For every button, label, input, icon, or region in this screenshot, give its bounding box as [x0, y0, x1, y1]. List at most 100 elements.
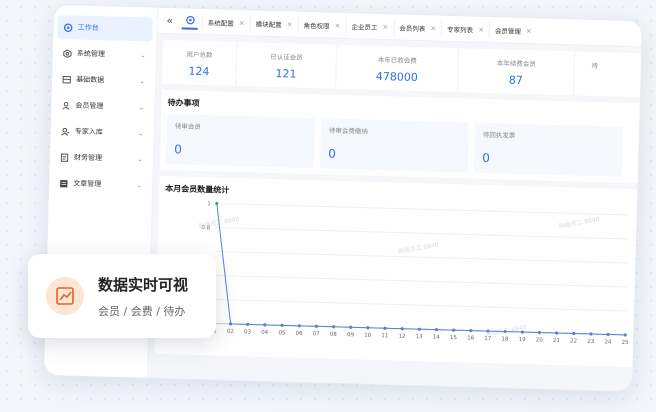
tab-label: 企业员工 — [351, 22, 378, 32]
data-point — [589, 332, 593, 336]
x-tick-label: 09 — [347, 332, 355, 338]
data-point — [297, 324, 301, 328]
todo-value: 0 — [328, 146, 337, 161]
x-tick-label: 14 — [433, 335, 441, 341]
close-icon[interactable]: × — [382, 23, 388, 31]
chevron-down-icon: ⌄ — [139, 51, 147, 60]
todo-label: 待回执发票 — [482, 130, 516, 140]
sidebar-item-label: 文章管理 — [73, 179, 102, 189]
tab-member-management[interactable]: 会员管理 × — [488, 21, 538, 39]
chevron-down-icon: ⌄ — [137, 129, 144, 138]
x-tick-label: 07 — [313, 331, 321, 337]
todo-value: 0 — [481, 150, 491, 166]
tab-label: 系统配置 — [207, 18, 234, 28]
data-point — [486, 329, 490, 333]
data-point — [349, 325, 353, 329]
main-content: « 系统配置 × 模块配置 × 角色权限 × 企业员工 × 会员列表 × 专家列表 × 会员… — [147, 7, 643, 392]
article-icon — [59, 179, 68, 188]
sidebar-item-experts[interactable]: 专家入库 ⌄ — [54, 119, 150, 146]
data-point — [434, 328, 439, 332]
stat-annual-fees: 本年已收会费 478000 — [336, 44, 460, 93]
close-icon[interactable]: × — [478, 25, 484, 33]
x-tick-label: 11 — [381, 333, 388, 339]
sidebar-item-basic-data[interactable]: 基础数据 ⌄ — [56, 67, 152, 94]
sidebar-item-label: 财务管理 — [73, 153, 103, 163]
dashboard-icon — [63, 23, 73, 32]
todo-label: 待审会费缴纳 — [328, 126, 368, 136]
grid-line — [216, 226, 628, 240]
tab-member-list[interactable]: 会员列表 × — [393, 18, 442, 37]
close-icon[interactable]: × — [526, 27, 532, 35]
x-tick-label: 08 — [330, 332, 338, 338]
close-icon[interactable]: × — [430, 24, 436, 32]
x-tick-label: 19 — [519, 337, 527, 343]
todo-section: 待办事项 待审会员 0 待审会费缴纳 0 待回执发票 0 — [159, 89, 640, 184]
sidebar-item-dashboard[interactable]: 工作台 — [57, 14, 153, 42]
x-tick-label: 02 — [227, 329, 234, 335]
series-line — [216, 203, 626, 336]
tab-home[interactable] — [181, 12, 199, 30]
grid-line — [214, 298, 626, 312]
tab-label: 专家列表 — [447, 25, 474, 35]
tab-system-config[interactable]: 系统配置 × — [201, 13, 250, 31]
x-tick-label: 06 — [295, 331, 303, 337]
y-tick-label: 1 — [207, 201, 211, 207]
x-tick-label: 20 — [536, 337, 544, 343]
tab-employees[interactable]: 企业员工 × — [345, 17, 394, 35]
close-icon[interactable]: × — [334, 21, 340, 29]
sidebar-item-members[interactable]: 会员管理 ⌄ — [55, 93, 151, 120]
x-tick-label: 22 — [570, 338, 577, 344]
sidebar-item-label: 专家入库 — [74, 127, 103, 137]
data-point — [280, 323, 284, 327]
data-point — [246, 322, 250, 326]
stat-label: 待 — [591, 61, 599, 71]
sidebar-item-label: 系统管理 — [76, 49, 106, 59]
data-point — [400, 327, 404, 331]
stat-value — [575, 75, 615, 76]
settings-icon — [63, 49, 72, 58]
collapse-sidebar-button[interactable]: « — [162, 14, 178, 27]
data-point — [537, 330, 542, 335]
data-point — [229, 322, 233, 326]
user-icon — [61, 101, 70, 110]
sidebar-item-finance[interactable]: 财务管理 ⌄ — [54, 145, 150, 172]
stat-pending: 待 — [574, 51, 615, 96]
chevron-down-icon: ⌄ — [139, 77, 146, 86]
data-point — [263, 323, 267, 327]
finance-icon — [60, 153, 69, 162]
stat-value: 124 — [188, 64, 210, 79]
x-tick-label: 21 — [553, 338, 560, 344]
x-tick-label: 18 — [501, 336, 509, 342]
data-point — [606, 332, 610, 337]
sidebar-item-system[interactable]: 系统管理 ⌄ — [57, 41, 153, 68]
sidebar-item-label: 基础数据 — [76, 75, 105, 85]
data-point — [469, 329, 473, 333]
todo-card-pending-members[interactable]: 待审会员 0 — [165, 114, 316, 169]
close-icon[interactable]: × — [239, 19, 245, 27]
todo-card-pending-fees[interactable]: 待审会费缴纳 0 — [319, 118, 470, 173]
stat-label: 已认证会员 — [270, 52, 303, 62]
sidebar-item-articles[interactable]: 文章管理 ⌄ — [53, 171, 149, 198]
y-tick-label: 0.8 — [201, 225, 210, 231]
member-line-chart: 10.8010203040506070809101112131415161718… — [201, 201, 629, 346]
stat-verified-members: 已认证会员 121 — [236, 41, 338, 89]
stats-row: 用户总数 124 已认证会员 121 本年已收会费 478000 本年续费会员 … — [162, 39, 642, 98]
realtime-visual-card: 数据实时可视 会员 / 会费 / 待办 — [28, 254, 216, 338]
x-tick-label: 15 — [450, 335, 458, 341]
expert-icon — [61, 127, 70, 136]
todo-card-pending-invoices[interactable]: 待回执发票 0 — [473, 122, 624, 177]
grid-line — [215, 250, 628, 264]
data-point — [417, 327, 421, 331]
data-point — [331, 325, 336, 329]
tab-expert-list[interactable]: 专家列表 × — [440, 20, 490, 38]
tab-label: 会员管理 — [494, 26, 522, 36]
tab-module-config[interactable]: 模块配置 × — [249, 14, 298, 33]
sidebar-item-label: 会员管理 — [75, 101, 104, 111]
float-card-subtitle: 会员 / 会费 / 待办 — [98, 304, 186, 318]
stat-value: 121 — [275, 67, 297, 81]
x-tick-label: 25 — [621, 340, 629, 346]
tab-role-permissions[interactable]: 角色权限 × — [297, 16, 346, 34]
close-icon[interactable]: × — [287, 20, 293, 28]
stat-label: 用户总数 — [186, 50, 213, 60]
line-chart-icon — [46, 277, 84, 315]
